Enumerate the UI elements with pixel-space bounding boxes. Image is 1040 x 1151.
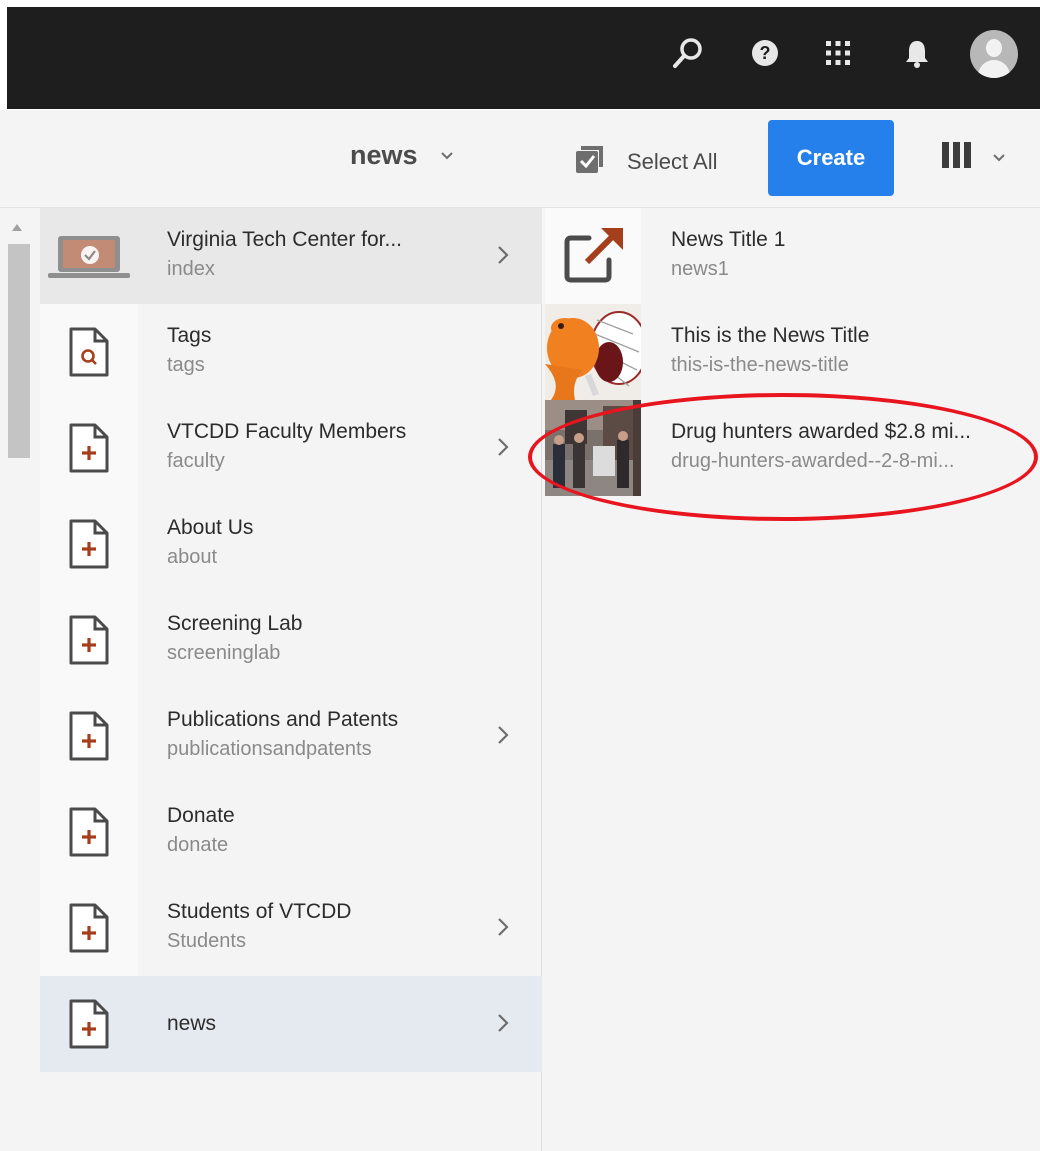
item-name: tags: [167, 354, 205, 376]
chevron-right-icon[interactable]: [496, 1012, 510, 1038]
apps-grid-icon[interactable]: [815, 30, 861, 76]
external-link-icon: [545, 208, 641, 304]
column-item-text: Drug hunters awarded $2.8 mi... drug-hun…: [671, 418, 971, 476]
column-item-text: Tags tags: [167, 322, 211, 380]
item-name: this-is-the-news-title: [671, 354, 849, 376]
column-item-text: Virginia Tech Center for... index: [167, 226, 402, 284]
item-title: Screening Lab: [167, 612, 303, 635]
chevron-right-icon[interactable]: [496, 244, 510, 270]
scroll-up-arrow-icon[interactable]: [12, 224, 22, 231]
item-title: Tags: [167, 324, 212, 347]
page-icon: [40, 976, 138, 1072]
page-root: ? news Select All Create Virginia Tech C…: [0, 0, 1040, 1151]
column-item-text: News Title 1 news1: [671, 226, 785, 284]
search-icon[interactable]: [665, 30, 711, 76]
item-name: publicationsandpatents: [167, 738, 372, 760]
search-page-icon: [40, 304, 138, 400]
help-icon[interactable]: ?: [742, 30, 788, 76]
view-switcher[interactable]: [940, 140, 1006, 174]
column-item-text: Donate donate: [167, 802, 235, 860]
chevron-down-icon: [440, 146, 454, 165]
checkbox-icon: [573, 144, 607, 180]
column-item[interactable]: Screening Lab screeninglab: [40, 592, 542, 688]
avatar-body-shape: [978, 60, 1010, 78]
page-icon: [40, 400, 138, 496]
column-item[interactable]: Virginia Tech Center for... index: [40, 208, 542, 304]
photo-thumbnail: [545, 400, 641, 496]
item-title: Virginia Tech Center for...: [167, 228, 403, 251]
select-all-button[interactable]: Select All: [573, 144, 718, 180]
item-name: screeninglab: [167, 642, 281, 664]
page-icon: [40, 688, 138, 784]
shell-bar: [7, 7, 1040, 109]
chevron-right-icon[interactable]: [496, 916, 510, 942]
column-item-text: VTCDD Faculty Members faculty: [167, 418, 406, 476]
column-view-column-1: Virginia Tech Center for... index Tags t…: [40, 208, 542, 1151]
column-item-selected[interactable]: news: [40, 976, 542, 1072]
column-item[interactable]: Students of VTCDD Students: [40, 880, 542, 976]
item-title: About Us: [167, 516, 254, 539]
item-name: Students: [167, 930, 246, 952]
item-name: drug-hunters-awarded--2-8-mi...: [671, 450, 955, 472]
item-name: donate: [167, 834, 229, 856]
column-item-text: About Us about: [167, 514, 253, 572]
column-item-text: Screening Lab screeninglab: [167, 610, 302, 668]
create-button[interactable]: Create: [768, 120, 894, 196]
page-icon: [40, 496, 138, 592]
column-item-text: Publications and Patents publicationsand…: [167, 706, 398, 764]
column-item-text: news: [167, 1010, 216, 1038]
item-name: faculty: [167, 450, 225, 472]
svg-text:?: ?: [760, 43, 771, 63]
item-title: News Title 1: [671, 228, 786, 251]
page-icon: [40, 592, 138, 688]
shell-header: ?: [0, 0, 1040, 110]
column-item-text: Students of VTCDD Students: [167, 898, 351, 956]
location-title-dropdown[interactable]: news: [350, 140, 454, 171]
column-item[interactable]: This is the News Title this-is-the-news-…: [543, 304, 1040, 400]
mascot-thumbnail: [545, 304, 641, 400]
avatar-head-shape: [986, 39, 1002, 57]
chevron-right-icon[interactable]: [496, 724, 510, 750]
column-item[interactable]: Publications and Patents publicationsand…: [40, 688, 542, 784]
page-icon: [40, 880, 138, 976]
item-title: VTCDD Faculty Members: [167, 420, 407, 443]
item-name: news1: [671, 258, 729, 280]
item-name: index: [167, 258, 215, 280]
item-title: Publications and Patents: [167, 708, 399, 731]
column-item[interactable]: Donate donate: [40, 784, 542, 880]
column-item[interactable]: Drug hunters awarded $2.8 mi... drug-hun…: [543, 400, 1040, 496]
chevron-down-icon: [992, 148, 1006, 167]
item-title: news: [167, 1012, 217, 1035]
column-item[interactable]: VTCDD Faculty Members faculty: [40, 400, 542, 496]
column-item[interactable]: News Title 1 news1: [543, 208, 1040, 304]
site-thumbnail-icon: [40, 208, 138, 304]
page-icon: [40, 784, 138, 880]
column-view-icon: [940, 140, 974, 174]
user-avatar[interactable]: [970, 30, 1018, 78]
chevron-right-icon[interactable]: [496, 436, 510, 462]
page-title: news: [350, 140, 418, 170]
column-item[interactable]: Tags tags: [40, 304, 542, 400]
column-item-text: This is the News Title this-is-the-news-…: [671, 322, 869, 380]
column-item[interactable]: About Us about: [40, 496, 542, 592]
scrollbar-thumb[interactable]: [8, 244, 30, 458]
notifications-bell-icon[interactable]: [894, 30, 940, 76]
item-title: This is the News Title: [671, 324, 870, 347]
select-all-label: Select All: [627, 149, 718, 174]
item-title: Students of VTCDD: [167, 900, 352, 923]
action-bar: news Select All Create: [0, 110, 1040, 208]
column-view-column-2: News Title 1 news1 This is the News Titl…: [543, 208, 1040, 1151]
item-title: Drug hunters awarded $2.8 mi...: [671, 420, 971, 443]
item-name: about: [167, 546, 218, 568]
item-title: Donate: [167, 804, 235, 827]
